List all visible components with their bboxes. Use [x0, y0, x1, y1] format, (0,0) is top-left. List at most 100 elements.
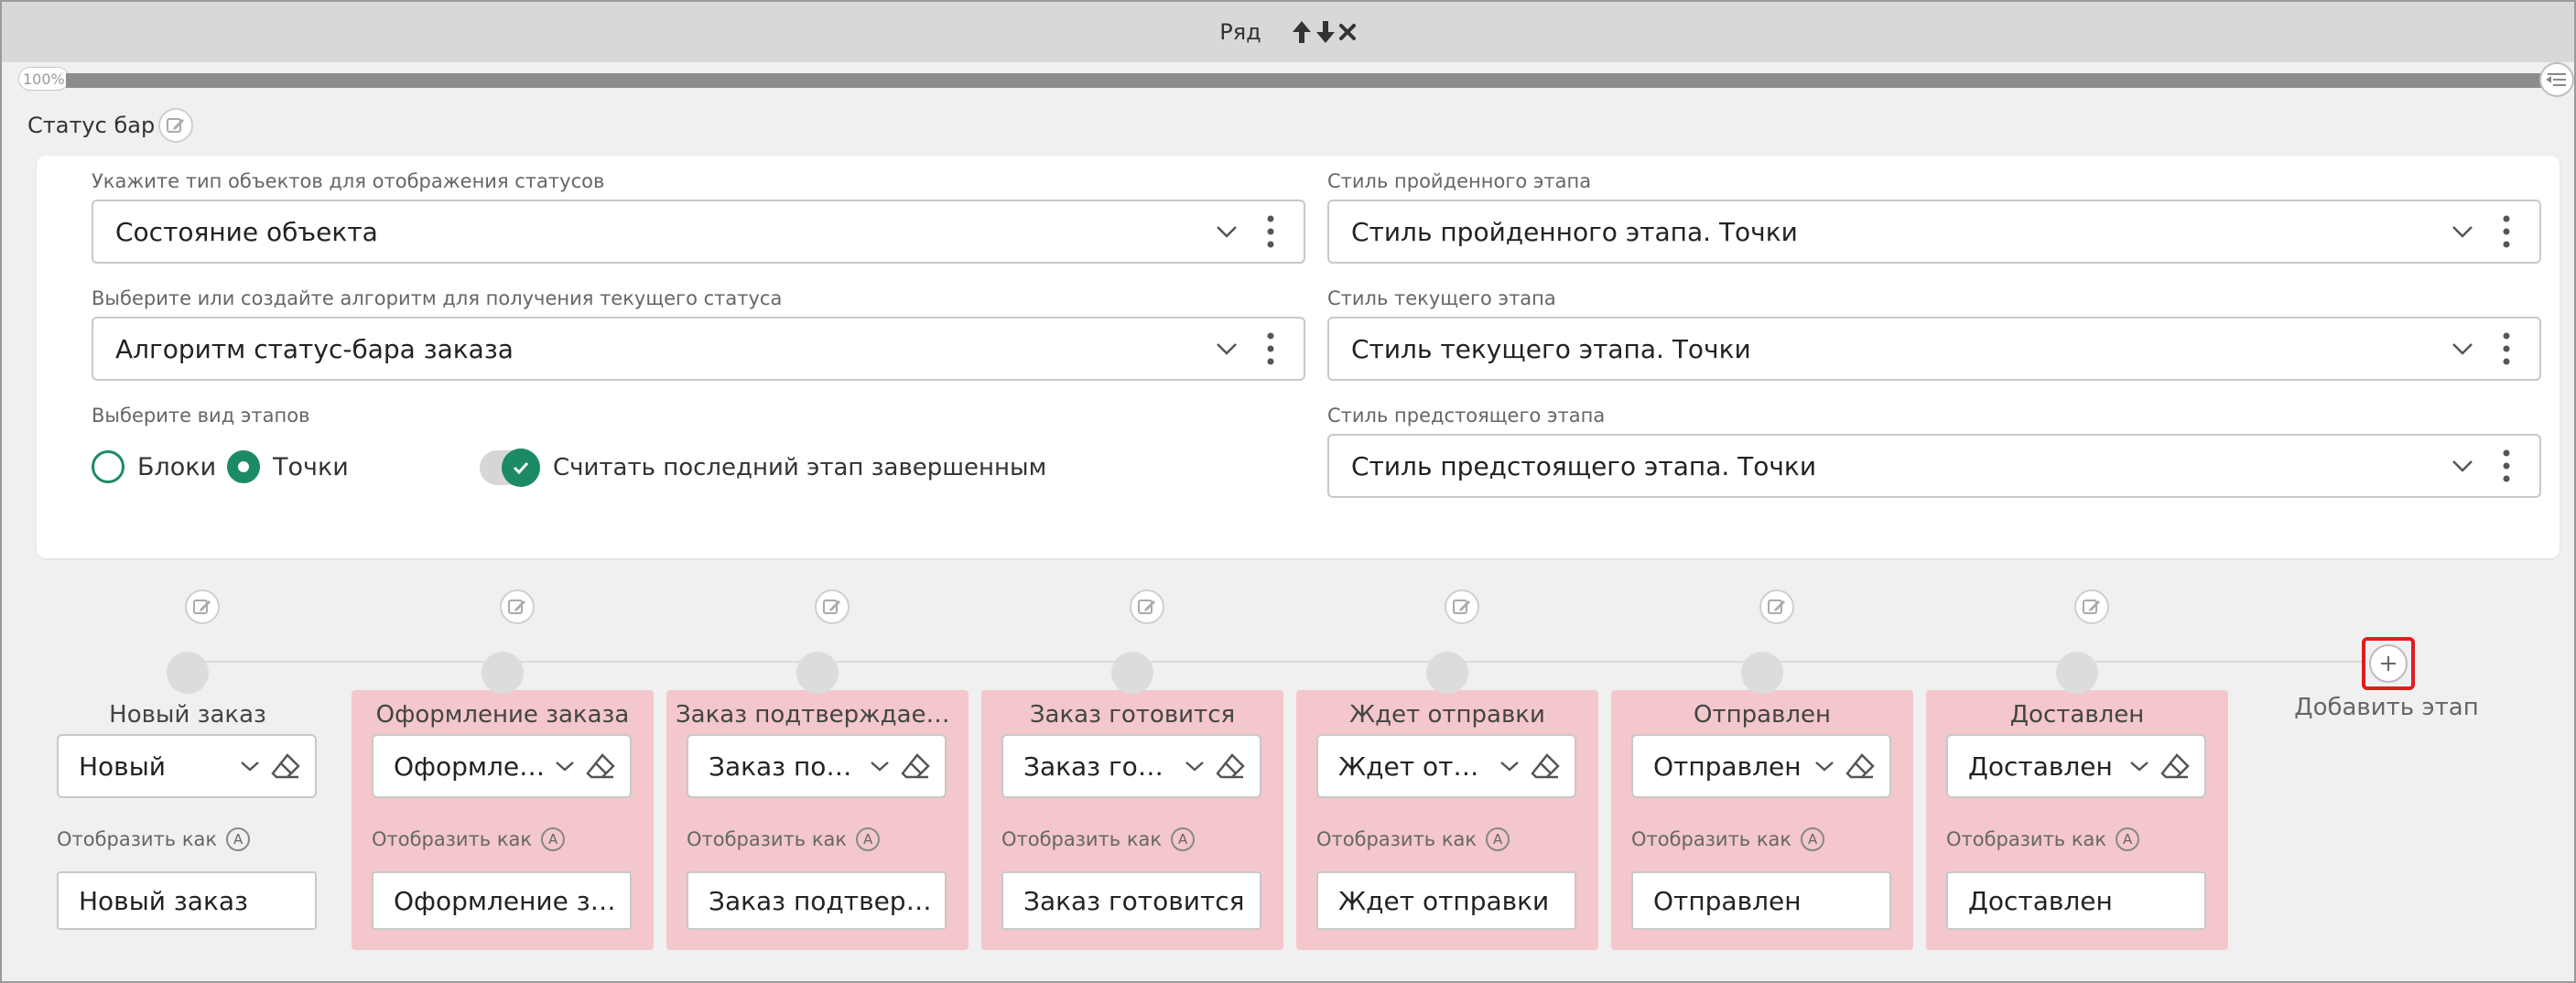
text-format-icon[interactable]: A	[856, 827, 881, 851]
display-as-input[interactable]: Отправлен	[1631, 871, 1891, 930]
last-stage-complete-label: Считать последний этап завершенным	[553, 454, 1047, 481]
text-format-icon[interactable]: A	[1801, 827, 1825, 851]
edit-stage-button[interactable]	[185, 589, 220, 624]
algorithm-label: Выберите или создайте алгоритм для получ…	[92, 287, 783, 309]
more-vertical-icon[interactable]	[2495, 209, 2517, 254]
stage-title: Новый заказ	[109, 701, 266, 729]
text-format-icon[interactable]: A	[2116, 827, 2140, 851]
stage-status-value: Новый	[79, 751, 166, 782]
display-as-label: Отобразить как A	[1946, 827, 2140, 851]
text-format-icon[interactable]: A	[1486, 827, 1510, 851]
stage-status-select[interactable]: Доставлен	[1946, 734, 2206, 798]
radio-dots[interactable]	[227, 450, 260, 483]
chevron-down-icon[interactable]	[1208, 213, 1245, 250]
edit-stage-button[interactable]	[1759, 589, 1794, 624]
text-format-icon[interactable]: A	[1171, 827, 1196, 851]
eraser-icon[interactable]	[1210, 753, 1250, 779]
edit-icon	[1768, 600, 1785, 614]
algorithm-select[interactable]: Алгоритм статус-бара заказа	[92, 317, 1305, 381]
more-vertical-icon[interactable]	[2495, 326, 2517, 372]
display-as-input[interactable]: Ждет отправки	[1316, 871, 1576, 930]
eraser-icon[interactable]	[580, 753, 621, 779]
chevron-down-icon[interactable]	[1179, 761, 1210, 772]
current-style-label: Стиль текущего этапа	[1327, 287, 1556, 309]
more-vertical-icon[interactable]	[2495, 443, 2517, 489]
chevron-down-icon[interactable]	[234, 761, 265, 772]
add-stage-button[interactable]	[2362, 637, 2415, 690]
section-title-text: Статус бар	[27, 113, 156, 138]
current-style-select[interactable]: Стиль текущего этапа. Точки	[1327, 317, 2541, 381]
display-as-input[interactable]: Доставлен	[1946, 871, 2206, 930]
edit-stage-button[interactable]	[1130, 589, 1164, 624]
stage-status-value: Заказ готовится	[1023, 751, 1175, 782]
display-as-text: Отобразить как	[687, 828, 848, 850]
stage-dot	[2056, 652, 2098, 694]
arrow-down-icon[interactable]	[1315, 19, 1337, 45]
chevron-down-icon[interactable]	[2444, 448, 2481, 484]
eraser-icon[interactable]	[895, 753, 936, 779]
display-as-input[interactable]: Заказ готовится	[1001, 871, 1261, 930]
more-vertical-icon[interactable]	[1260, 209, 1282, 254]
edit-section-button[interactable]	[158, 108, 194, 143]
stage-view-radio-dots[interactable]: Точки	[227, 450, 349, 483]
radio-blocks-label: Блоки	[137, 452, 217, 481]
stage-status-select[interactable]: Заказ готовится	[1001, 734, 1261, 798]
eraser-icon[interactable]	[2155, 753, 2195, 779]
stage-status-select[interactable]: Оформление заказа	[372, 734, 632, 798]
chevron-down-icon[interactable]	[2444, 330, 2481, 367]
stage-card: Отправлен Отправлен Отобразить как A Отправл…	[1611, 589, 1913, 950]
stage-title: Доставлен	[2009, 701, 2145, 729]
edit-icon	[193, 600, 211, 614]
stage-title: Отправлен	[1694, 701, 1831, 729]
chevron-down-icon[interactable]	[1208, 330, 1245, 367]
stage-view-radio-blocks[interactable]: Блоки	[92, 450, 216, 483]
chevron-down-icon[interactable]	[2444, 213, 2481, 250]
object-type-label: Укажите тип объектов для отображения ста…	[92, 170, 605, 192]
text-format-icon[interactable]: A	[226, 827, 251, 851]
display-as-input[interactable]: Новый заказ	[57, 871, 317, 930]
stage-status-select[interactable]: Заказ подтверждается	[687, 734, 947, 798]
eraser-icon[interactable]	[1525, 753, 1565, 779]
upcoming-style-select[interactable]: Стиль предстоящего этапа. Точки	[1327, 434, 2541, 498]
eraser-icon[interactable]	[1840, 753, 1880, 779]
edit-icon	[1138, 600, 1155, 614]
display-as-input[interactable]: Оформление заказа	[372, 871, 632, 930]
zoom-menu-handle[interactable]	[2539, 62, 2574, 97]
stage-status-select[interactable]: Новый	[57, 734, 317, 798]
edit-stage-button[interactable]	[1445, 589, 1479, 624]
chevron-down-icon[interactable]	[864, 761, 895, 772]
chevron-down-icon[interactable]	[2124, 761, 2155, 772]
stage-status-value: Ждет отправки	[1338, 751, 1490, 782]
stage-card: Оформление заказа Оформление заказа Отобра…	[352, 589, 654, 950]
edit-stage-button[interactable]	[815, 589, 850, 624]
arrow-up-icon[interactable]	[1291, 19, 1313, 45]
settings-card: Укажите тип объектов для отображения ста…	[37, 156, 2560, 558]
chevron-down-icon[interactable]	[549, 761, 580, 772]
stage-status-select[interactable]: Ждет отправки	[1316, 734, 1576, 798]
edit-stage-button[interactable]	[500, 589, 535, 624]
stage-status-select[interactable]: Отправлен	[1631, 734, 1891, 798]
zoom-slider[interactable]	[66, 73, 2541, 88]
upcoming-style-label: Стиль предстоящего этапа	[1327, 405, 1606, 427]
chevron-down-icon[interactable]	[1809, 761, 1840, 772]
close-icon[interactable]	[1338, 23, 1357, 41]
display-as-value: Доставлен	[1968, 885, 2113, 916]
edit-stage-button[interactable]	[2074, 589, 2109, 624]
zoom-level: 100%	[18, 67, 70, 91]
eraser-icon[interactable]	[265, 753, 306, 779]
radio-blocks[interactable]	[92, 450, 124, 483]
object-type-select[interactable]: Состояние объекта	[92, 200, 1305, 264]
more-vertical-icon[interactable]	[1260, 326, 1282, 372]
chevron-down-icon[interactable]	[1494, 761, 1525, 772]
stage-title: Ждет отправки	[1349, 701, 1545, 729]
toggle-switch[interactable]	[480, 448, 540, 487]
text-format-icon[interactable]: A	[541, 827, 566, 851]
last-stage-complete-toggle[interactable]: Считать последний этап завершенным	[480, 448, 1047, 487]
display-as-value: Оформление заказа	[394, 885, 622, 916]
stages-area: Новый заказ Новый Отобразить как A Новый зак…	[2, 588, 2574, 972]
stage-status-value: Оформление заказа	[394, 751, 546, 782]
passed-style-label: Стиль пройденного этапа	[1327, 170, 1592, 192]
passed-style-select[interactable]: Стиль пройденного этапа. Точки	[1327, 200, 2541, 264]
display-as-label: Отобразить как A	[57, 827, 251, 851]
display-as-input[interactable]: Заказ подтверждается	[687, 871, 947, 930]
